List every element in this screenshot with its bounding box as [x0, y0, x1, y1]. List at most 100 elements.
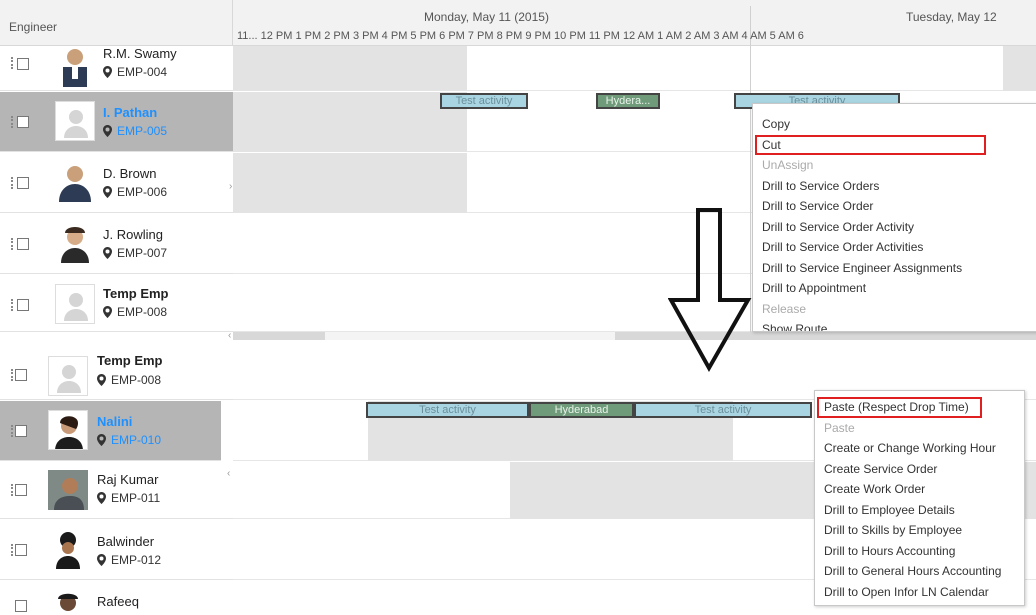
menu-item-paste: Paste: [824, 420, 855, 435]
avatar: [48, 410, 88, 450]
day-label-tuesday: Tuesday, May 12: [906, 10, 997, 24]
engineer-column-header: Engineer: [0, 0, 233, 46]
down-arrow-icon: [668, 208, 752, 373]
avatar: [48, 529, 88, 569]
menu-item-drill-general-hours-accounting[interactable]: Drill to General Hours Accounting: [815, 561, 1024, 582]
engineer-name: Raj Kumar: [97, 472, 159, 487]
avatar: [48, 591, 88, 615]
map-pin-icon: [103, 66, 112, 78]
row-checkbox[interactable]: [15, 544, 27, 556]
menu-item-drill-hours-accounting[interactable]: Drill to Hours Accounting: [815, 541, 1024, 562]
day-label-monday: Monday, May 11 (2015): [424, 10, 549, 24]
menu-item-create-service-order[interactable]: Create Service Order: [815, 459, 1024, 480]
menu-item-cut[interactable]: Cut: [755, 134, 986, 155]
schedule-lane[interactable]: [233, 46, 1036, 91]
engineer-row[interactable]: J. Rowling EMP-007: [0, 214, 233, 274]
engineer-name: Nalini: [97, 414, 133, 429]
menu-item-drill-open-calendar[interactable]: Drill to Open Infor LN Calendar: [815, 582, 1024, 603]
drag-handle[interactable]: [11, 57, 15, 69]
menu-item-drill-engineer-assignments[interactable]: Drill to Service Engineer Assignments: [753, 258, 1036, 279]
map-pin-icon: [97, 374, 106, 386]
row-checkbox[interactable]: [15, 484, 27, 496]
menu-item-unassign: UnAssign: [762, 158, 814, 172]
context-menu-activity: Copy Cut UnAssign Drill to Service Order…: [752, 103, 1036, 332]
engineer-id: EMP-011: [97, 491, 160, 505]
row-checkbox[interactable]: [15, 600, 27, 612]
engineer-name: Temp Emp: [97, 353, 163, 368]
engineer-id: EMP-008: [97, 373, 161, 387]
avatar: [55, 223, 95, 263]
activity-bar[interactable]: Test activity: [634, 402, 812, 418]
avatar: [48, 470, 88, 510]
engineer-row[interactable]: R.M. Swamy EMP-004: [0, 46, 233, 91]
drag-handle[interactable]: [11, 116, 15, 128]
map-pin-icon: [97, 554, 106, 566]
horizontal-scrollbar[interactable]: [233, 332, 1036, 340]
menu-item-drill-appointment[interactable]: Drill to Appointment: [753, 278, 1036, 299]
engineer-name: Rafeeq: [97, 594, 139, 609]
person-placeholder-icon: [48, 356, 88, 396]
row-checkbox[interactable]: [17, 58, 29, 70]
row-checkbox[interactable]: [17, 238, 29, 250]
map-pin-icon: [103, 306, 112, 318]
map-pin-icon: [97, 492, 106, 504]
engineer-id: EMP-008: [103, 305, 167, 319]
engineer-name: J. Rowling: [103, 227, 163, 242]
person-placeholder-icon: [55, 101, 95, 141]
avatar: [55, 47, 95, 87]
engineer-id: EMP-005: [103, 124, 167, 138]
menu-item-drill-service-order[interactable]: Drill to Service Order: [753, 196, 1036, 217]
activity-bar-hyderabad[interactable]: Hyderabad: [529, 402, 634, 418]
engineer-row-selected[interactable]: Nalini EMP-010: [0, 401, 221, 461]
map-pin-icon: [103, 186, 112, 198]
menu-item-create-change-working-hour[interactable]: Create or Change Working Hour: [815, 438, 1024, 459]
scrollbar-thumb[interactable]: [325, 332, 615, 340]
activity-bar[interactable]: Test activity: [440, 93, 528, 109]
engineer-row[interactable]: D. Brown EMP-006: [0, 153, 233, 213]
row-checkbox[interactable]: [15, 369, 27, 381]
engineer-row[interactable]: Rafeeq: [0, 581, 233, 615]
menu-item-release: Release: [762, 301, 807, 316]
activity-bar-hyderabad[interactable]: Hydera...: [596, 93, 660, 109]
context-menu-lane: Paste (Respect Drop Time) Paste Create o…: [814, 390, 1025, 606]
engineer-id: EMP-007: [103, 246, 167, 260]
engineer-row[interactable]: Raj Kumar EMP-011: [0, 462, 233, 519]
menu-item-create-work-order[interactable]: Create Work Order: [815, 479, 1024, 500]
row-checkbox[interactable]: [15, 425, 27, 437]
hour-ticks: 11... 12 PM 1 PM 2 PM 3 PM 4 PM 5 PM 6 P…: [237, 30, 804, 42]
map-pin-icon: [97, 434, 106, 446]
menu-item-drill-service-order-activity[interactable]: Drill to Service Order Activity: [753, 217, 1036, 238]
engineer-name: D. Brown: [103, 166, 157, 181]
menu-item-drill-service-order-activities[interactable]: Drill to Service Order Activities: [753, 237, 1036, 258]
drag-handle[interactable]: [11, 177, 15, 189]
engineer-name: I. Pathan: [103, 105, 158, 120]
engineer-name: Balwinder: [97, 534, 155, 549]
menu-item-drill-service-orders[interactable]: Drill to Service Orders: [753, 176, 1036, 197]
menu-item-show-route[interactable]: Show Route: [753, 319, 1036, 331]
drag-handle[interactable]: [11, 238, 15, 250]
row-checkbox[interactable]: [17, 116, 29, 128]
menu-item-drill-skills-by-employee[interactable]: Drill to Skills by Employee: [815, 520, 1024, 541]
row-checkbox[interactable]: [17, 299, 29, 311]
row-checkbox[interactable]: [17, 177, 29, 189]
splitter-arrow-icon[interactable]: ‹: [227, 468, 230, 479]
map-pin-icon: [103, 125, 112, 137]
activity-bar[interactable]: Test activity: [366, 402, 529, 418]
engineer-id: EMP-004: [103, 65, 167, 79]
avatar: [55, 162, 95, 202]
splitter-arrow-icon[interactable]: ›: [229, 181, 232, 192]
engineer-header-label: Engineer: [9, 20, 58, 34]
menu-item-paste-respect-drop-time[interactable]: Paste (Respect Drop Time): [817, 397, 982, 418]
engineer-row[interactable]: Balwinder EMP-012: [0, 520, 233, 580]
person-placeholder-icon: [55, 284, 95, 324]
drag-handle[interactable]: [11, 299, 15, 311]
engineer-row[interactable]: Temp Emp EMP-008: [0, 352, 233, 400]
engineer-row[interactable]: Temp Emp EMP-008: [0, 275, 233, 332]
map-pin-icon: [103, 247, 112, 259]
menu-item-drill-employee-details[interactable]: Drill to Employee Details: [815, 500, 1024, 521]
engineer-id: EMP-010: [97, 433, 161, 447]
engineer-name: Temp Emp: [103, 286, 169, 301]
engineer-row-selected[interactable]: I. Pathan EMP-005: [0, 92, 233, 152]
menu-item-copy[interactable]: Copy: [753, 114, 1036, 135]
engineer-id: EMP-006: [103, 185, 167, 199]
